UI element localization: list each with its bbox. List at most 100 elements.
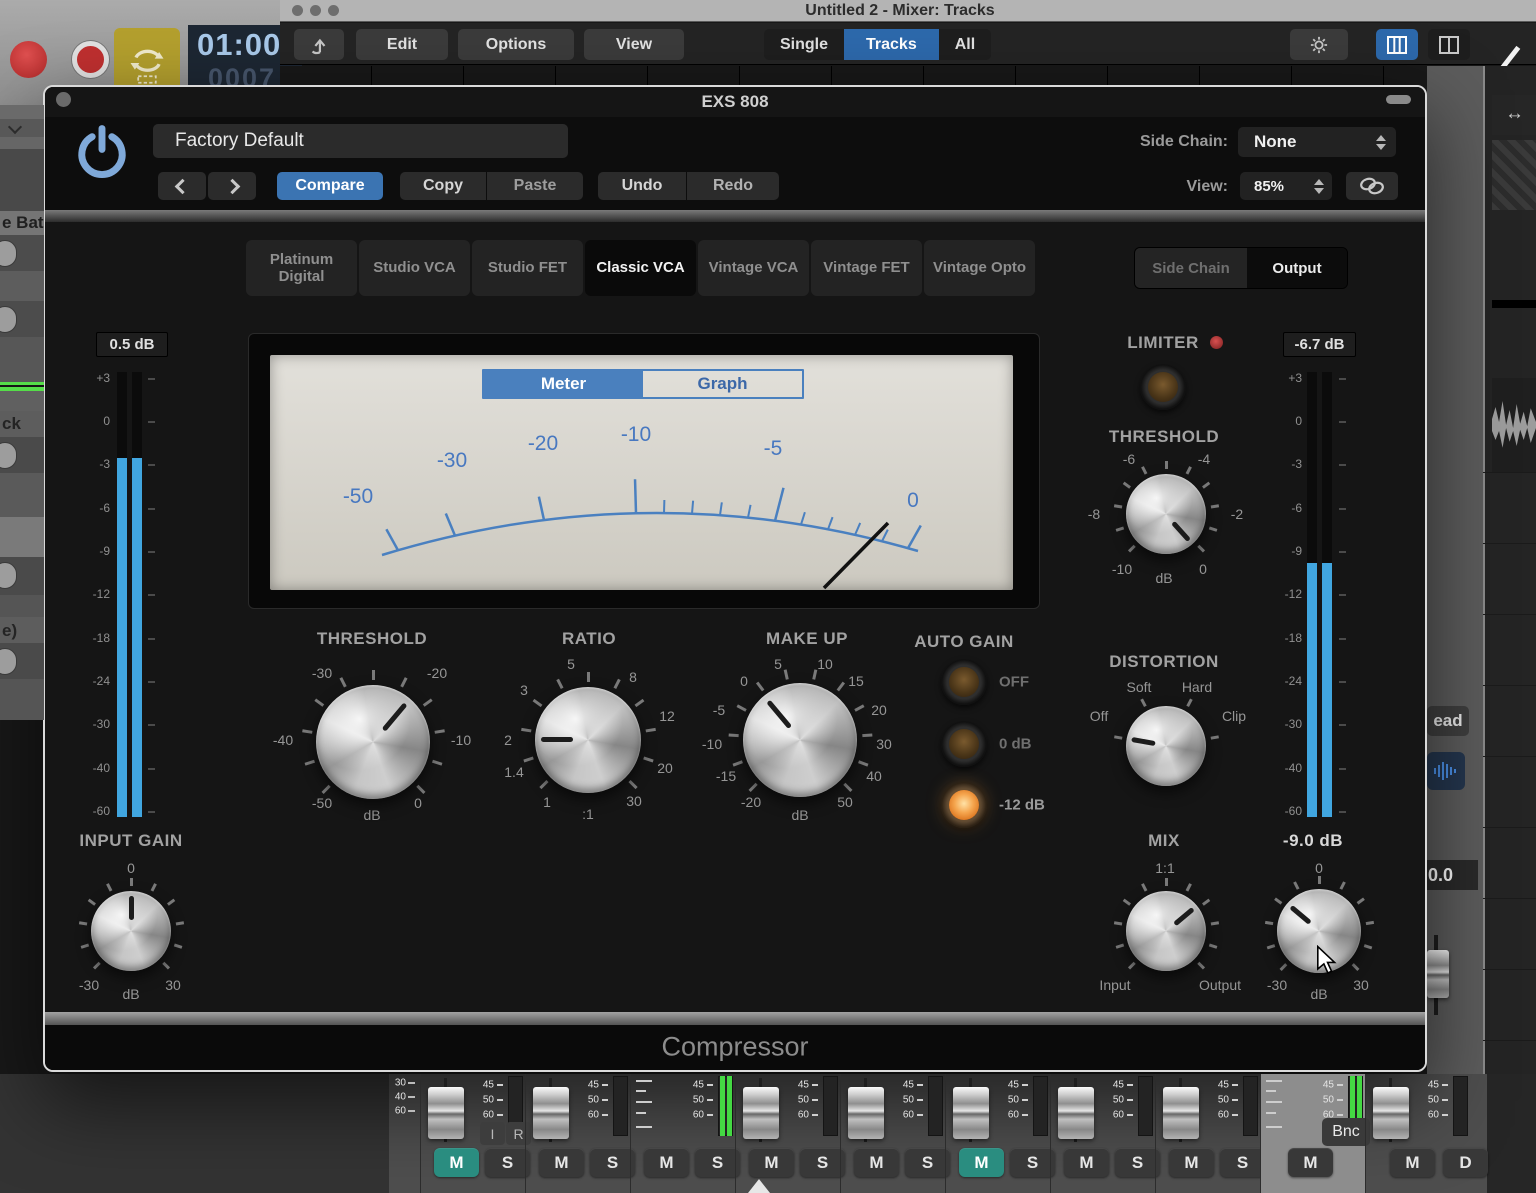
fader-cap[interactable]	[1163, 1087, 1199, 1139]
tab-graph[interactable]: Graph	[643, 371, 802, 397]
menu-options[interactable]: Options	[458, 29, 574, 60]
model-tab-studio-fet[interactable]: Studio FET	[472, 240, 583, 296]
compare-button[interactable]: Compare	[277, 172, 383, 200]
mute-button[interactable]: M	[749, 1148, 794, 1177]
link-button[interactable]	[1346, 172, 1398, 200]
view-mode-dual-button[interactable]	[1428, 29, 1470, 60]
view-mode-single-button[interactable]	[1376, 29, 1418, 60]
automation-read-button[interactable]: ead	[1427, 706, 1469, 736]
model-tab-studio-vca[interactable]: Studio VCA	[359, 240, 470, 296]
knob-title-limiter_threshold: THRESHOLD	[1109, 427, 1219, 447]
minimize-pill[interactable]	[1386, 95, 1411, 104]
output-meter-scale-label: -9	[1262, 544, 1302, 558]
fader-cap[interactable]	[953, 1087, 989, 1139]
fader-scale-tick	[1022, 1084, 1028, 1086]
auto-gain-led--12db[interactable]	[949, 790, 979, 820]
solo-button[interactable]: S	[590, 1148, 635, 1177]
power-button[interactable]	[74, 124, 130, 184]
fader-scale-label: 45	[892, 1080, 914, 1091]
tab-tracks[interactable]: Tracks	[844, 29, 939, 60]
knob-distortion[interactable]	[1126, 706, 1206, 786]
solo-button[interactable]: S	[485, 1148, 530, 1177]
model-tab-vintage-vca[interactable]: Vintage VCA	[698, 240, 809, 296]
tab-all[interactable]: All	[939, 29, 991, 60]
traffic-zoom-button[interactable]	[328, 5, 339, 16]
next-preset-button[interactable]	[208, 172, 256, 200]
mute-button[interactable]: M	[644, 1148, 689, 1177]
track-row	[0, 337, 44, 382]
right-panel	[1483, 66, 1536, 1193]
knob-threshold[interactable]	[316, 685, 430, 799]
solo-button[interactable]: S	[800, 1148, 845, 1177]
back-arrow-button[interactable]	[294, 29, 344, 60]
side-chain-dropdown[interactable]: None	[1238, 127, 1396, 157]
knob-limiter_threshold[interactable]	[1126, 474, 1206, 554]
freeze-waveform-button[interactable]	[1427, 752, 1465, 790]
mute-button[interactable]: M	[854, 1148, 899, 1177]
record-enable-button[interactable]	[72, 41, 109, 78]
knob-ratio[interactable]	[535, 687, 641, 793]
fader-cap[interactable]	[848, 1087, 884, 1139]
tab-output[interactable]: Output	[1247, 248, 1347, 288]
fader-cap[interactable]	[1058, 1087, 1094, 1139]
input-monitor-button[interactable]: I	[480, 1122, 505, 1145]
knob-makeup[interactable]	[743, 683, 857, 797]
menu-edit[interactable]: Edit	[356, 29, 448, 60]
mute-button[interactable]: M	[1169, 1148, 1214, 1177]
solo-button[interactable]: S	[695, 1148, 740, 1177]
prev-preset-button[interactable]	[158, 172, 206, 200]
record-button[interactable]	[10, 41, 47, 78]
model-tab-classic-vca[interactable]: Classic VCA	[585, 240, 696, 296]
fader-scale-label: 45	[1312, 1080, 1334, 1091]
knob-mix[interactable]	[1126, 891, 1206, 971]
plugin-name: Compressor	[661, 1032, 808, 1063]
menu-view[interactable]: View	[584, 29, 684, 60]
preset-dropdown[interactable]: Factory Default	[153, 124, 568, 158]
mute-button[interactable]: M	[434, 1148, 479, 1177]
fader-cap[interactable]	[1427, 950, 1449, 998]
fader-cap[interactable]	[1373, 1087, 1409, 1139]
mute-button[interactable]: M	[959, 1148, 1004, 1177]
header-divider	[45, 210, 1425, 222]
model-tab-vintage-opto[interactable]: Vintage Opto	[924, 240, 1035, 296]
tab-side-chain[interactable]: Side Chain	[1135, 248, 1247, 288]
solo-button[interactable]: D	[1443, 1148, 1488, 1177]
solo-button[interactable]: S	[1115, 1148, 1160, 1177]
undo-button[interactable]: Undo	[598, 172, 686, 200]
tab-single[interactable]: Single	[764, 29, 844, 60]
limiter-led-button[interactable]	[1148, 372, 1178, 402]
track-row	[0, 473, 44, 517]
view-zoom-stepper[interactable]: 85%	[1240, 172, 1332, 200]
window-dot[interactable]	[56, 92, 71, 107]
fader-cap[interactable]	[428, 1087, 464, 1139]
tab-meter[interactable]: Meter	[484, 371, 643, 397]
mute-button[interactable]: M	[1064, 1148, 1109, 1177]
fader-scale-tick	[408, 1110, 415, 1112]
copy-button[interactable]: Copy	[400, 172, 486, 200]
traffic-minimize-button[interactable]	[310, 5, 321, 16]
fader-scale-tick	[636, 1080, 652, 1082]
mute-button[interactable]: M	[539, 1148, 584, 1177]
solo-button[interactable]: S	[1010, 1148, 1055, 1177]
auto-gain-led-off[interactable]	[949, 667, 979, 697]
model-tab-vintage-fet[interactable]: Vintage FET	[811, 240, 922, 296]
gear-button[interactable]	[1290, 29, 1348, 60]
knob-input_gain[interactable]	[91, 891, 171, 971]
mute-button[interactable]: M	[1390, 1148, 1435, 1177]
resize-arrows-icon[interactable]: ↔	[1505, 103, 1524, 125]
paste-button[interactable]: Paste	[487, 172, 583, 200]
record-ready-button[interactable]: R	[506, 1122, 531, 1145]
redo-button[interactable]: Redo	[687, 172, 779, 200]
mute-button[interactable]: M	[1288, 1148, 1333, 1177]
traffic-close-button[interactable]	[292, 5, 303, 16]
meter-tick	[148, 594, 155, 596]
output-meter-scale-label: -24	[1262, 674, 1302, 688]
fader-cap[interactable]	[743, 1087, 779, 1139]
model-tab-platinum-digital[interactable]: Platinum Digital	[246, 240, 357, 296]
fader-cap[interactable]	[533, 1087, 569, 1139]
solo-button[interactable]: S	[905, 1148, 950, 1177]
knob-scale-label: -8	[1088, 506, 1100, 522]
solo-button[interactable]: S	[1220, 1148, 1265, 1177]
auto-gain-led-0db[interactable]	[949, 729, 979, 759]
fader-scale-label: 50	[1102, 1095, 1124, 1106]
